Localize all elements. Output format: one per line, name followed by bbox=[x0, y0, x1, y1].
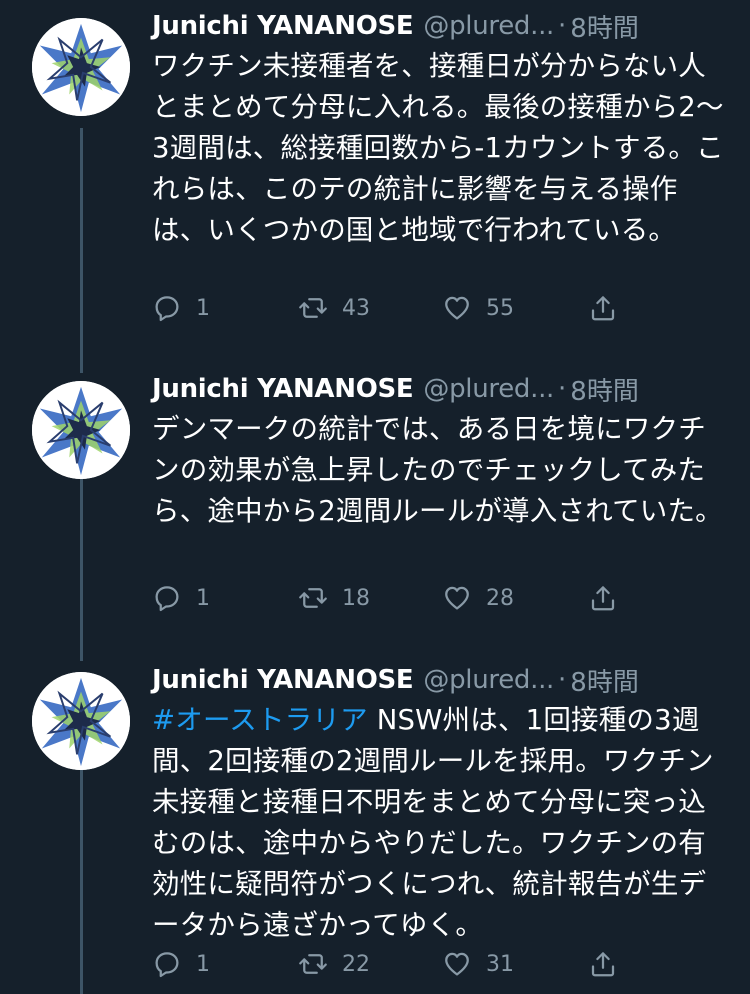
hashtag-link[interactable]: #オーストラリア bbox=[152, 704, 368, 736]
retweet-button[interactable]: 43 bbox=[298, 288, 370, 328]
tweet-header: Junichi YANANOSE @plured... · 8時間 bbox=[152, 662, 722, 698]
timestamp[interactable]: 8時間 bbox=[570, 662, 639, 699]
like-button[interactable]: 28 bbox=[442, 578, 514, 618]
tweet-body-text: ワクチン未接種者を、接種日が分からない人とまとめて分母に入れる。最後の接種から2… bbox=[152, 50, 724, 246]
user-handle[interactable]: @plured... bbox=[423, 374, 554, 404]
user-handle[interactable]: @plured... bbox=[423, 665, 554, 695]
tweet-text: デンマークの統計では、ある日を境にワクチンの効果が急上昇したのでチェックしてみた… bbox=[152, 409, 727, 532]
avatar-polyhedron-icon bbox=[32, 672, 130, 770]
tweet-body-text: NSW州は、1回接種の3週間、2回接種の2週間ルールを採用。ワクチン未接種と接種… bbox=[152, 704, 714, 941]
tweet-actions: 1 22 31 bbox=[152, 944, 622, 984]
retweet-button[interactable]: 18 bbox=[298, 578, 370, 618]
display-name[interactable]: Junichi YANANOSE bbox=[152, 665, 414, 695]
tweet-header: Junichi YANANOSE @plured... · 8時間 bbox=[152, 8, 722, 44]
tweet-text: ワクチン未接種者を、接種日が分からない人とまとめて分母に入れる。最後の接種から2… bbox=[152, 46, 727, 251]
tweet-actions: 1 18 28 bbox=[152, 578, 622, 618]
display-name[interactable]: Junichi YANANOSE bbox=[152, 374, 414, 404]
retweet-count: 18 bbox=[342, 585, 370, 611]
retweet-button[interactable]: 22 bbox=[298, 944, 370, 984]
reply-button[interactable]: 1 bbox=[152, 288, 210, 328]
heart-icon bbox=[445, 952, 469, 976]
separator-dot: · bbox=[558, 374, 567, 404]
tweet-text: #オーストラリア NSW州は、1回接種の3週間、2回接種の2週間ルールを採用。ワ… bbox=[152, 700, 727, 946]
like-count: 31 bbox=[486, 951, 514, 977]
reply-count: 1 bbox=[196, 951, 210, 977]
share-icon bbox=[591, 296, 615, 321]
separator-dot: · bbox=[558, 11, 567, 41]
reply-count: 1 bbox=[196, 295, 210, 321]
reply-button[interactable]: 1 bbox=[152, 578, 210, 618]
retweet-count: 22 bbox=[342, 951, 370, 977]
tweet-actions: 1 43 55 bbox=[152, 288, 622, 328]
avatar-polyhedron-icon bbox=[32, 18, 130, 116]
tweet[interactable]: Junichi YANANOSE @plured... · 8時間 デンマークの… bbox=[0, 363, 750, 653]
reply-icon bbox=[155, 296, 179, 322]
avatar[interactable] bbox=[32, 18, 130, 116]
reply-count: 1 bbox=[196, 585, 210, 611]
like-button[interactable]: 31 bbox=[442, 944, 514, 984]
heart-icon bbox=[445, 586, 469, 610]
like-button[interactable]: 55 bbox=[442, 288, 514, 328]
tweet-header: Junichi YANANOSE @plured... · 8時間 bbox=[152, 371, 722, 407]
like-count: 55 bbox=[486, 295, 514, 321]
retweet-icon bbox=[299, 588, 327, 608]
heart-icon bbox=[445, 296, 469, 320]
share-icon bbox=[591, 952, 615, 977]
share-button[interactable] bbox=[588, 578, 618, 618]
avatar-polyhedron-icon bbox=[32, 381, 130, 479]
display-name[interactable]: Junichi YANANOSE bbox=[152, 11, 414, 41]
retweet-count: 43 bbox=[342, 295, 370, 321]
timestamp[interactable]: 8時間 bbox=[570, 8, 639, 45]
reply-icon bbox=[155, 586, 179, 612]
like-count: 28 bbox=[486, 585, 514, 611]
retweet-icon bbox=[299, 298, 327, 318]
user-handle[interactable]: @plured... bbox=[423, 11, 554, 41]
share-button[interactable] bbox=[588, 944, 618, 984]
reply-icon bbox=[155, 952, 179, 978]
tweet[interactable]: Junichi YANANOSE @plured... · 8時間 ワクチン未接… bbox=[0, 0, 750, 360]
share-button[interactable] bbox=[588, 288, 618, 328]
tweet[interactable]: Junichi YANANOSE @plured... · 8時間 #オーストラ… bbox=[0, 654, 750, 994]
tweet-body-text: デンマークの統計では、ある日を境にワクチンの効果が急上昇したのでチェックしてみた… bbox=[152, 413, 723, 527]
share-icon bbox=[591, 586, 615, 611]
separator-dot: · bbox=[558, 665, 567, 695]
retweet-icon bbox=[299, 954, 327, 974]
timestamp[interactable]: 8時間 bbox=[570, 371, 639, 408]
reply-button[interactable]: 1 bbox=[152, 944, 210, 984]
avatar[interactable] bbox=[32, 381, 130, 479]
avatar[interactable] bbox=[32, 672, 130, 770]
